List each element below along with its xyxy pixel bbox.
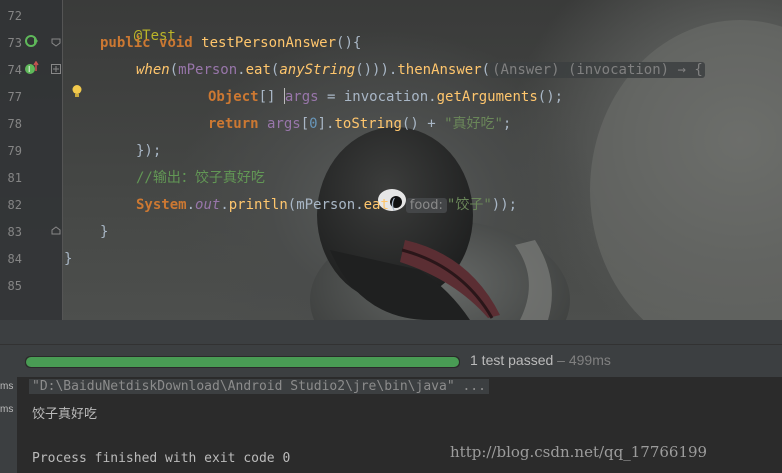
- method-name: testPersonAnswer: [201, 35, 337, 51]
- code-line-81[interactable]: //输出：饺子真好吃: [136, 168, 265, 188]
- line-number: 85: [7, 279, 22, 293]
- code-editor[interactable]: 72 73 74 77 78 79 81 82 83 84 85 I @Test…: [0, 0, 782, 320]
- getarguments-call: getArguments: [436, 89, 538, 105]
- side-tool-strip: ms ms: [0, 377, 18, 473]
- console-command-line[interactable]: "D:\BaiduNetdiskDownload\Android Studio2…: [29, 379, 489, 394]
- lightbulb-icon[interactable]: [71, 84, 83, 99]
- test-duration: – 499ms: [553, 352, 611, 368]
- field-out: out: [195, 197, 221, 213]
- line-number: 73: [7, 36, 22, 50]
- string-literal: "真好吃": [444, 116, 503, 132]
- code-punct: (: [481, 62, 491, 78]
- keyword-public: public: [100, 35, 151, 51]
- println-call: println: [228, 197, 288, 213]
- code-punct: .: [186, 197, 196, 213]
- field-mperson: mPerson: [178, 62, 238, 78]
- override-marker-icon[interactable]: I: [24, 61, 40, 75]
- fold-icon[interactable]: [51, 37, 61, 47]
- anystring-call: anyString: [279, 62, 356, 78]
- when-call: when: [136, 62, 170, 78]
- string-literal: "饺子": [446, 197, 492, 213]
- code-punct: .: [237, 62, 246, 78]
- code-line-74[interactable]: when(mPerson.eat(anyString())).thenAnswe…: [136, 60, 705, 80]
- console-output-line: 饺子真好吃: [32, 407, 98, 422]
- code-line-77[interactable]: Object[] args = invocation.getArguments(…: [208, 87, 563, 107]
- line-number: 74: [7, 63, 22, 77]
- code-punct: (){: [336, 35, 362, 51]
- code-punct: []: [258, 89, 284, 105]
- number-literal: 0: [309, 116, 318, 132]
- code-text: = invocation.: [318, 89, 437, 105]
- line-number: 72: [7, 9, 22, 23]
- code-punct: }: [64, 251, 73, 267]
- code-punct: ())).: [355, 62, 398, 78]
- code-line-84[interactable]: }: [64, 249, 72, 269]
- line-number: 79: [7, 144, 22, 158]
- line-number: 78: [7, 117, 22, 131]
- code-line-79[interactable]: });: [136, 141, 161, 161]
- code-punct: });: [136, 143, 162, 159]
- expand-fold-icon[interactable]: [51, 64, 61, 74]
- line-number: 84: [7, 252, 22, 266]
- code-punct: () +: [401, 116, 445, 132]
- side-tab[interactable]: ms: [0, 381, 17, 392]
- code-punct: ].: [317, 116, 335, 132]
- test-progress-row: 1 test passed – 499ms: [0, 344, 782, 377]
- code-punct: }: [100, 224, 109, 240]
- type-object: Object: [208, 89, 259, 105]
- run-test-icon[interactable]: [25, 34, 39, 48]
- code-line-82[interactable]: System.out.println(mPerson.eat( food: "饺子…: [136, 195, 517, 215]
- code-punct: .: [220, 197, 229, 213]
- line-number: 77: [7, 90, 22, 104]
- code-line-78[interactable]: return args[0].toString() + "真好吃";: [208, 114, 511, 134]
- eat-call: eat: [245, 62, 271, 78]
- test-status: 1 test passed – 499ms: [470, 352, 611, 368]
- test-progress-fill: [26, 357, 459, 367]
- lambda-fold-hint[interactable]: (Answer) (invocation) → {: [490, 62, 705, 78]
- code-punct: [: [300, 116, 310, 132]
- class-system: System: [136, 197, 187, 213]
- side-tab[interactable]: ms: [0, 404, 17, 415]
- console-exit-line: Process finished with exit code 0: [32, 451, 291, 466]
- code-punct: (: [169, 62, 179, 78]
- panel-divider[interactable]: [0, 320, 782, 344]
- svg-text:I: I: [28, 65, 30, 74]
- keyword-return: return: [208, 116, 259, 132]
- test-progress-bar: [25, 356, 460, 368]
- keyword-void: void: [159, 35, 193, 51]
- line-number: 82: [7, 198, 22, 212]
- code-line-72[interactable]: @Test: [100, 6, 176, 44]
- line-number: 83: [7, 225, 22, 239]
- fold-end-icon[interactable]: [51, 226, 61, 236]
- code-punct: ;: [502, 116, 512, 132]
- code-punct: ));: [491, 197, 518, 213]
- eat-call: eat: [363, 197, 389, 213]
- test-status-label: 1 test passed: [470, 352, 554, 368]
- code-line-83[interactable]: }: [100, 222, 108, 242]
- code-punct: ();: [537, 89, 564, 105]
- watermark-text: http://blog.csdn.net/qq_17766199: [450, 443, 708, 461]
- code-text: (mPerson.: [287, 197, 364, 213]
- code-comment: //输出：饺子真好吃: [136, 170, 265, 186]
- var-args: args: [284, 89, 319, 105]
- parameter-hint: food:: [405, 198, 447, 213]
- var-args: args: [267, 116, 301, 132]
- code-line-73[interactable]: public void testPersonAnswer(){: [100, 33, 361, 53]
- line-number: 81: [7, 171, 22, 185]
- thenanswer-call: thenAnswer: [397, 62, 482, 78]
- code-punct: (: [388, 197, 406, 213]
- tostring-call: toString: [334, 116, 402, 132]
